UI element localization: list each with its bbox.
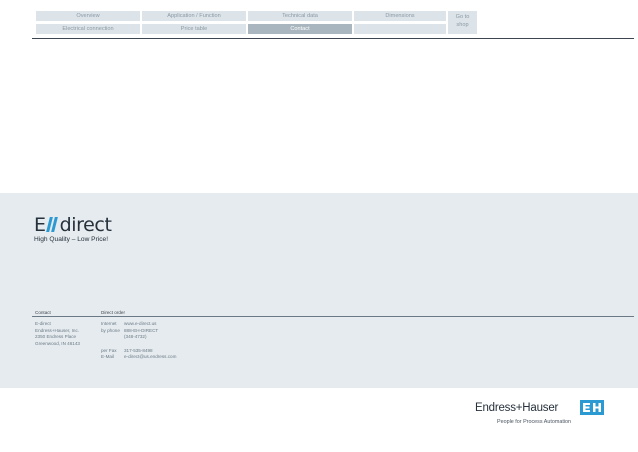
endress-hauser-slogan: People for Process Automation (497, 419, 572, 425)
tab-empty (354, 24, 446, 34)
direct-order-heading: Direct order (101, 310, 125, 315)
address-line: 2350 Endress Place (35, 334, 77, 340)
logo-letter-e: E (34, 214, 46, 236)
fax-number: 317-535-8498 (124, 347, 153, 353)
tab-price-table[interactable]: Price table (142, 24, 246, 34)
tab-contact[interactable]: Contact (248, 24, 352, 34)
tab-application-function[interactable]: Application / Function (142, 11, 246, 21)
order-label: Internet (101, 321, 117, 326)
tab-overview[interactable]: Overview (36, 11, 140, 21)
order-label (101, 334, 120, 341)
go-to-shop-button[interactable]: Go to shop (448, 11, 477, 34)
contact-heading: Contact (35, 310, 51, 315)
order-label (101, 341, 120, 348)
internet-link[interactable]: www.e-direct.us (124, 321, 176, 328)
order-label: E-Mail (101, 354, 115, 360)
address-line: Endress+Hauser, Inc. (35, 327, 80, 333)
address-line: Greenwood, IN 46143 (35, 341, 80, 347)
order-labels: Internet by phone per Fax E-Mail (101, 321, 120, 361)
address-block: E-direct Endress+Hauser, Inc. 2350 Endre… (35, 321, 80, 348)
logo-word-direct: direct (59, 214, 112, 236)
e-direct-wordmark: Edirect (34, 216, 112, 235)
phone-number: 888-EH-DIRECT (124, 327, 159, 333)
e-direct-logo: Edirect High Quality – Low Price! (34, 216, 112, 244)
contact-divider (32, 316, 634, 317)
endress-hauser-wordmark: Endress+Hauser (475, 402, 559, 414)
shop-label-line1: Go to (455, 14, 470, 20)
logo-tagline: High Quality – Low Price! (34, 236, 109, 243)
endress-hauser-logo-icon (580, 400, 604, 415)
order-label: per Fax (101, 347, 117, 353)
email-link[interactable]: e-direct@us.endress.com (124, 354, 176, 361)
address-line: E-direct (35, 321, 51, 326)
phone-number-digits: (348-4732) (124, 334, 147, 340)
tab-electrical-connection[interactable]: Electrical connection (36, 24, 140, 34)
e-direct-bars-icon (45, 217, 59, 232)
order-values: www.e-direct.us 888-EH-DIRECT (348-4732)… (124, 321, 176, 361)
nav-divider (32, 38, 634, 39)
shop-label-line2: shop (456, 22, 469, 28)
tab-dimensions[interactable]: Dimensions (354, 11, 446, 21)
order-label: by phone (101, 327, 120, 333)
tab-technical-data[interactable]: Technical data (248, 11, 352, 21)
